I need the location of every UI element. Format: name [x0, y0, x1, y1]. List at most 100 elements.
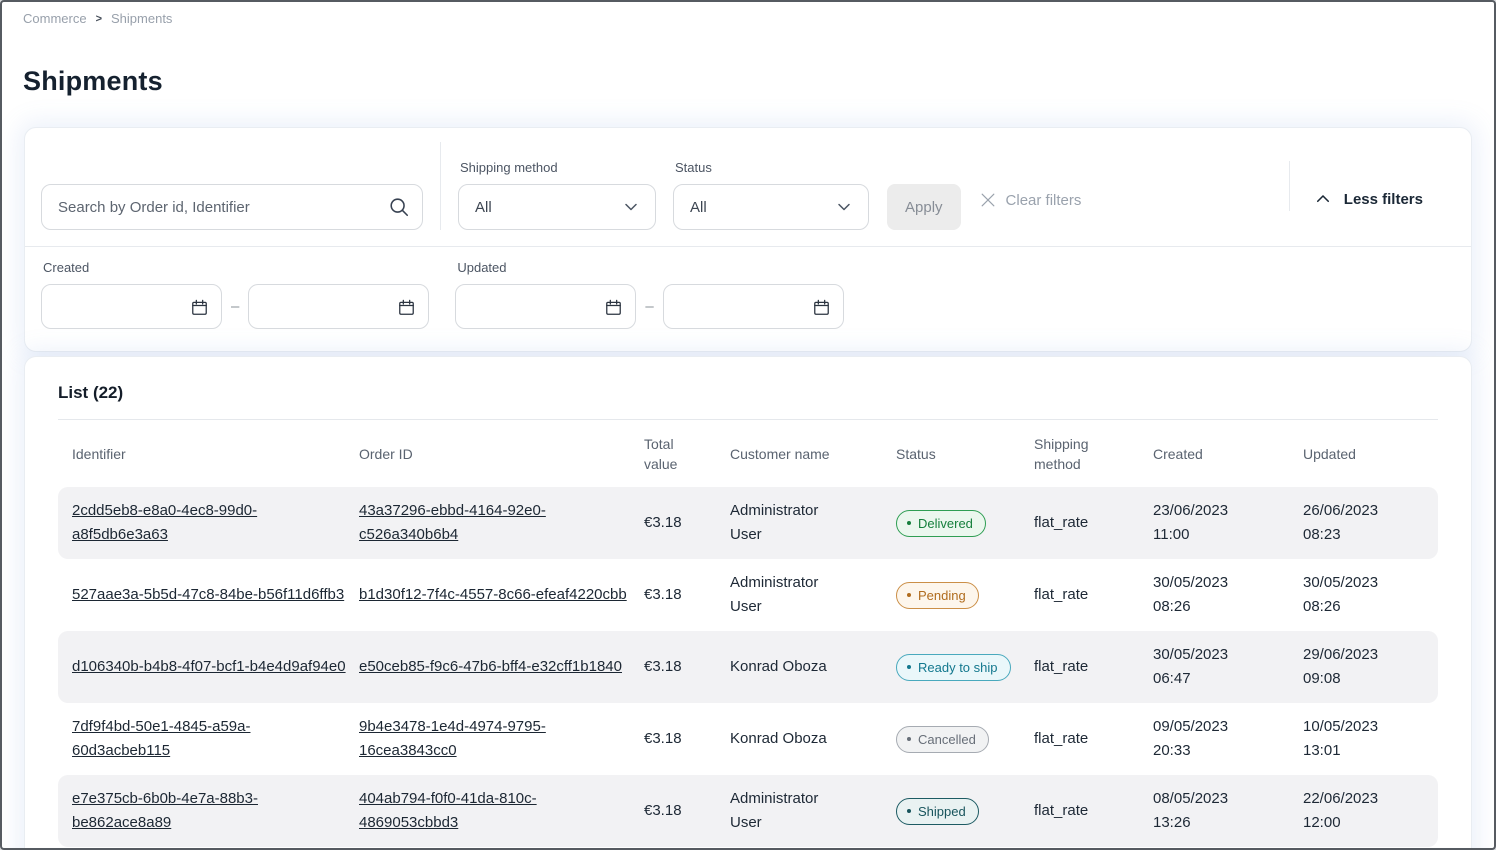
- list-title: List (22): [58, 383, 1438, 403]
- status-cell: Cancelled: [896, 725, 1034, 753]
- created-cell: 09/05/2023 20:33: [1153, 715, 1303, 763]
- shipping-method-cell: flat_rate: [1034, 655, 1153, 679]
- status-badge: Pending: [896, 582, 979, 609]
- order-id-link[interactable]: 9b4e3478-1e4d-4974-9795-16cea3843cc0: [359, 718, 546, 759]
- status-badge: Cancelled: [896, 726, 989, 753]
- order-id-link[interactable]: b1d30f12-7f4c-4557-8c66-efeaf4220cbb: [359, 586, 627, 603]
- table-row: e7e375cb-6b0b-4e7a-88b3-be862ace8a89 404…: [58, 775, 1438, 847]
- identifier-link[interactable]: d106340b-b4b8-4f07-bcf1-b4e4d9af94e0: [72, 658, 346, 675]
- customer-name-cell: Administrator User: [730, 571, 896, 619]
- created-to-input[interactable]: [248, 284, 429, 329]
- order-id-link[interactable]: 404ab794-f0f0-41da-810c-4869053cbbd3: [359, 790, 537, 831]
- order-id-link[interactable]: e50ceb85-f9c6-47b6-bff4-e32cff1b1840: [359, 658, 622, 675]
- clear-filters-button[interactable]: Clear filters: [978, 190, 1082, 210]
- filters-panel: Shipping method All Status All: [24, 127, 1472, 352]
- created-cell: 30/05/2023 06:47: [1153, 643, 1303, 691]
- created-date: 30/05/2023: [1153, 571, 1291, 595]
- status-value: All: [690, 199, 707, 216]
- chevron-down-icon: [834, 197, 854, 217]
- updated-cell: 29/06/2023 09:08: [1303, 643, 1424, 691]
- divider: [1289, 161, 1290, 211]
- filters-row-dates: Created –: [25, 247, 1471, 351]
- status-cell: Ready to ship: [896, 653, 1034, 681]
- order-id-cell: 9b4e3478-1e4d-4974-9795-16cea3843cc0: [359, 715, 644, 763]
- identifier-cell: 527aae3a-5b5d-47c8-84be-b56f11d6ffb3: [72, 583, 359, 607]
- status-field: Status All: [673, 160, 869, 230]
- status-badge: Ready to ship: [896, 654, 1011, 681]
- status-dot-icon: [907, 737, 911, 741]
- identifier-link[interactable]: e7e375cb-6b0b-4e7a-88b3-be862ace8a89: [72, 790, 258, 831]
- created-from-input[interactable]: [41, 284, 222, 329]
- shipping-method-cell: flat_rate: [1034, 511, 1153, 535]
- calendar-icon: [397, 298, 416, 317]
- updated-date: 26/06/2023: [1303, 499, 1412, 523]
- shipping-method-value: All: [475, 199, 492, 216]
- status-badge-label: Ready to ship: [918, 660, 998, 675]
- created-time: 20:33: [1153, 739, 1291, 763]
- shipping-method-cell: flat_rate: [1034, 727, 1153, 751]
- updated-to-input[interactable]: [663, 284, 844, 329]
- order-id-link[interactable]: 43a37296-ebbd-4164-92e0-c526a340b6b4: [359, 502, 546, 543]
- status-badge-label: Pending: [918, 588, 966, 603]
- created-date: 30/05/2023: [1153, 643, 1291, 667]
- less-filters-label: Less filters: [1344, 191, 1423, 208]
- updated-cell: 22/06/2023 12:00: [1303, 787, 1424, 835]
- calendar-icon: [812, 298, 831, 317]
- created-date: 09/05/2023: [1153, 715, 1291, 739]
- breadcrumb-separator-icon: >: [96, 13, 102, 25]
- created-date: 23/06/2023: [1153, 499, 1291, 523]
- clear-filters-label: Clear filters: [1006, 192, 1082, 209]
- page-title: Shipments: [23, 66, 1494, 97]
- status-select[interactable]: All: [673, 184, 869, 230]
- created-filter-label: Created: [43, 260, 429, 275]
- total-value-cell: €3.18: [644, 799, 730, 823]
- updated-time: 09:08: [1303, 667, 1412, 691]
- order-id-cell: 404ab794-f0f0-41da-810c-4869053cbbd3: [359, 787, 644, 835]
- table-body: 2cdd5eb8-e8a0-4ec8-99d0-a8f5db6e3a63 43a…: [58, 487, 1438, 847]
- created-time: 06:47: [1153, 667, 1291, 691]
- updated-time: 12:00: [1303, 811, 1412, 835]
- order-id-cell: 43a37296-ebbd-4164-92e0-c526a340b6b4: [359, 499, 644, 547]
- status-dot-icon: [907, 665, 911, 669]
- updated-cell: 26/06/2023 08:23: [1303, 499, 1424, 547]
- col-header-status: Status: [896, 444, 1034, 464]
- search-icon: [388, 196, 410, 218]
- breadcrumb-shipments[interactable]: Shipments: [111, 11, 172, 26]
- table-header: Identifier Order ID Total value Customer…: [58, 420, 1438, 487]
- divider: [440, 142, 441, 230]
- less-filters-toggle[interactable]: Less filters: [1314, 190, 1423, 208]
- order-id-cell: e50ceb85-f9c6-47b6-bff4-e32cff1b1840: [359, 655, 644, 679]
- identifier-cell: d106340b-b4b8-4f07-bcf1-b4e4d9af94e0: [72, 655, 359, 679]
- updated-date: 22/06/2023: [1303, 787, 1412, 811]
- search-input[interactable]: [41, 184, 423, 230]
- customer-name-cell: Administrator User: [730, 499, 896, 547]
- updated-time: 08:23: [1303, 523, 1412, 547]
- status-cell: Shipped: [896, 797, 1034, 825]
- breadcrumb-commerce[interactable]: Commerce: [23, 11, 87, 26]
- status-cell: Pending: [896, 581, 1034, 609]
- total-value-cell: €3.18: [644, 511, 730, 535]
- created-cell: 08/05/2023 13:26: [1153, 787, 1303, 835]
- status-badge-label: Shipped: [918, 804, 966, 819]
- customer-name-cell: Konrad Oboza: [730, 655, 896, 679]
- updated-date: 29/06/2023: [1303, 643, 1412, 667]
- calendar-icon: [190, 298, 209, 317]
- table-row: 2cdd5eb8-e8a0-4ec8-99d0-a8f5db6e3a63 43a…: [58, 487, 1438, 559]
- search-box: [41, 184, 423, 230]
- shipping-method-select[interactable]: All: [458, 184, 656, 230]
- created-time: 08:26: [1153, 595, 1291, 619]
- updated-from-input[interactable]: [455, 284, 636, 329]
- updated-cell: 30/05/2023 08:26: [1303, 571, 1424, 619]
- total-value-cell: €3.18: [644, 727, 730, 751]
- apply-button[interactable]: Apply: [887, 184, 961, 230]
- shipments-list-panel: List (22) Identifier Order ID Total valu…: [24, 356, 1472, 850]
- status-badge: Delivered: [896, 510, 986, 537]
- shipping-method-field: Shipping method All: [458, 160, 656, 230]
- identifier-link[interactable]: 7df9f4bd-50e1-4845-a59a-60d3acbeb115: [72, 718, 250, 759]
- identifier-link[interactable]: 527aae3a-5b5d-47c8-84be-b56f11d6ffb3: [72, 586, 344, 603]
- status-cell: Delivered: [896, 509, 1034, 537]
- identifier-link[interactable]: 2cdd5eb8-e8a0-4ec8-99d0-a8f5db6e3a63: [72, 502, 257, 543]
- chevron-up-icon: [1314, 190, 1332, 208]
- created-time: 11:00: [1153, 523, 1291, 547]
- identifier-cell: e7e375cb-6b0b-4e7a-88b3-be862ace8a89: [72, 787, 359, 835]
